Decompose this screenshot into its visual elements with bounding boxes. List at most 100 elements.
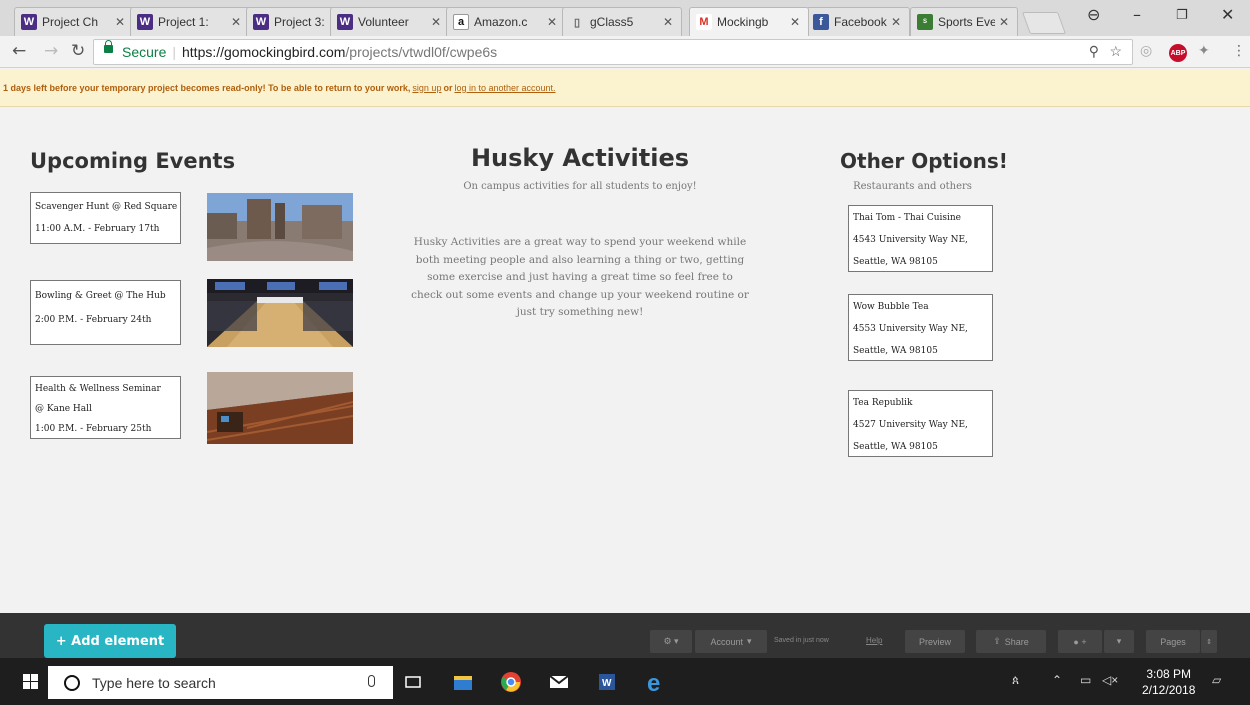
share-button[interactable]: ⇪ Share <box>976 630 1046 653</box>
edge-icon[interactable]: e <box>645 670 667 697</box>
event-location: @ Kane Hall <box>35 404 92 414</box>
close-icon[interactable]: ✕ <box>231 15 243 29</box>
settings-dropdown[interactable]: ⚙ ▾ <box>650 630 692 653</box>
option-address: 4527 University Way NE, <box>853 420 968 430</box>
option-card[interactable]: Wow Bubble Tea 4553 University Way NE, S… <box>848 294 993 361</box>
system-clock[interactable]: 3:08 PM 2/12/2018 <box>1142 666 1195 698</box>
event-title: Bowling & Greet @ The Hub <box>35 291 166 301</box>
cortana-icon <box>64 674 80 691</box>
tab-title: Volunteer <box>358 15 409 29</box>
close-icon[interactable]: ✕ <box>891 15 903 29</box>
option-name: Wow Bubble Tea <box>853 302 929 312</box>
log-in-link[interactable]: log in to another account. <box>454 83 555 93</box>
pages-button[interactable]: Pages <box>1146 630 1200 653</box>
close-icon[interactable]: ✕ <box>547 15 559 29</box>
preview-button[interactable]: Preview <box>905 630 965 653</box>
microphone-icon[interactable] <box>368 675 375 687</box>
notifications-icon[interactable]: ▱ <box>1212 673 1221 687</box>
bookmark-star-icon[interactable]: ☆ <box>1109 43 1122 60</box>
add-element-button[interactable]: + Add element <box>44 624 176 658</box>
sign-up-link[interactable]: sign up <box>412 83 441 93</box>
upcoming-events-heading: Upcoming Events <box>30 149 236 173</box>
minimize-icon[interactable]: – <box>1133 5 1141 24</box>
event-title: Health & Wellness Seminar <box>35 384 161 394</box>
search-placeholder: Type here to search <box>92 674 216 691</box>
chrome-menu-icon[interactable]: ⋮ <box>1232 43 1246 59</box>
battery-icon[interactable]: ▭ <box>1080 673 1091 687</box>
option-card[interactable]: Thai Tom - Thai Cuisine 4543 University … <box>848 205 993 272</box>
svg-text:W: W <box>602 678 612 689</box>
address-separator: | <box>172 44 176 60</box>
browser-tab[interactable]: a Amazon.c ✕ <box>446 7 566 36</box>
comment-button[interactable]: ● + <box>1058 630 1102 653</box>
document-icon: ▯ <box>573 16 581 29</box>
other-options-heading: Other Options! <box>840 149 1008 173</box>
task-view-icon[interactable] <box>402 671 424 693</box>
browser-toolbar: ← → ↻ Secure | https://gomockingbird.com… <box>0 36 1250 68</box>
mail-icon[interactable] <box>548 671 570 693</box>
close-icon[interactable]: ✕ <box>115 15 127 29</box>
back-icon[interactable]: ← <box>12 41 26 61</box>
new-tab-button[interactable] <box>1021 12 1067 34</box>
word-icon[interactable]: W <box>596 671 618 693</box>
share-label: Share <box>1004 636 1029 647</box>
reload-icon[interactable]: ↻ <box>71 41 85 61</box>
windows-start-icon[interactable] <box>23 674 39 690</box>
browser-tab-active[interactable]: M Mockingb ✕ <box>689 7 809 36</box>
people-icon[interactable]: ጰ <box>1012 673 1019 688</box>
account-dropdown[interactable]: Account ▾ <box>695 630 767 653</box>
husky-activities-subheading: On campus activities for all students to… <box>463 181 697 192</box>
browser-tab[interactable]: W Project Ch ✕ <box>14 7 134 36</box>
kane-hall-photo <box>207 372 353 444</box>
option-city: Seattle, WA 98105 <box>853 442 938 452</box>
clock-time: 3:08 PM <box>1146 667 1192 681</box>
extension-icon[interactable]: ◎ <box>1140 43 1152 59</box>
tab-title: Facebook <box>834 15 887 29</box>
event-card[interactable]: Scavenger Hunt @ Red Square 11:00 A.M. -… <box>30 192 181 244</box>
chevron-down-icon: ▾ <box>1116 636 1122 646</box>
option-card[interactable]: Tea Republik 4527 University Way NE, Sea… <box>848 390 993 457</box>
close-icon[interactable]: ✕ <box>663 15 675 29</box>
window-close-icon[interactable]: ✕ <box>1221 5 1234 24</box>
chevron-up-icon[interactable]: ⌃ <box>1052 673 1062 687</box>
share-icon: ⇪ <box>993 636 1001 646</box>
browser-tab[interactable]: S Sports Eve ✕ <box>910 7 1018 36</box>
windows-taskbar: Type here to search W e ጰ ⌃ ▭ ◁× 3:08 PM… <box>0 658 1250 705</box>
browser-tab[interactable]: W Volunteer ✕ <box>330 7 450 36</box>
comment-dropdown[interactable]: ▾ <box>1104 630 1134 653</box>
uw-w-icon: W <box>137 14 153 30</box>
restore-icon[interactable]: ❐ <box>1176 8 1188 23</box>
browser-tab[interactable]: ▯ gClass5 ✕ <box>562 7 682 36</box>
adblock-plus-icon[interactable]: ABP <box>1169 44 1187 62</box>
read-only-warning-banner: 1 days left before your temporary projec… <box>0 69 1250 107</box>
save-status: Saved in just now <box>774 637 829 644</box>
taskbar-search-box[interactable]: Type here to search <box>48 666 393 699</box>
file-explorer-icon[interactable] <box>452 671 474 693</box>
pages-stepper[interactable]: ⇕ <box>1201 630 1217 653</box>
tab-title: Project 1: <box>158 15 209 29</box>
zoom-icon[interactable]: ⚲ <box>1089 43 1099 60</box>
browser-tab[interactable]: W Project 1: ✕ <box>130 7 250 36</box>
event-card[interactable]: Bowling & Greet @ The Hub 2:00 P.M. - Fe… <box>30 280 181 345</box>
secure-label: Secure <box>122 44 167 60</box>
help-link[interactable]: Help <box>866 636 882 645</box>
chevron-down-icon: ▾ <box>747 636 752 646</box>
volume-mute-icon[interactable]: ◁× <box>1102 673 1118 687</box>
event-card[interactable]: Health & Wellness Seminar @ Kane Hall 1:… <box>30 376 181 439</box>
profile-icon[interactable]: ⊖ <box>1087 5 1100 24</box>
forward-icon[interactable]: → <box>44 41 58 61</box>
event-time: 11:00 A.M. - February 17th <box>35 224 160 234</box>
twitter-icon[interactable]: ✦ <box>1198 43 1210 59</box>
tab-title: Project Ch <box>42 15 99 29</box>
chrome-icon[interactable] <box>500 671 522 693</box>
banner-or: or <box>443 82 453 93</box>
address-bar[interactable]: Secure | https://gomockingbird.com/proje… <box>93 39 1133 65</box>
close-icon[interactable]: ✕ <box>790 15 802 29</box>
tab-title: gClass5 <box>590 15 634 29</box>
option-name: Thai Tom - Thai Cuisine <box>853 213 962 223</box>
browser-tab[interactable]: f Facebook ✕ <box>806 7 910 36</box>
close-icon[interactable]: ✕ <box>999 15 1011 29</box>
browser-tab-strip: W Project Ch ✕ W Project 1: ✕ W Project … <box>0 0 1250 36</box>
close-icon[interactable]: ✕ <box>431 15 443 29</box>
husky-activities-description: Husky Activities are a great way to spen… <box>411 236 749 318</box>
